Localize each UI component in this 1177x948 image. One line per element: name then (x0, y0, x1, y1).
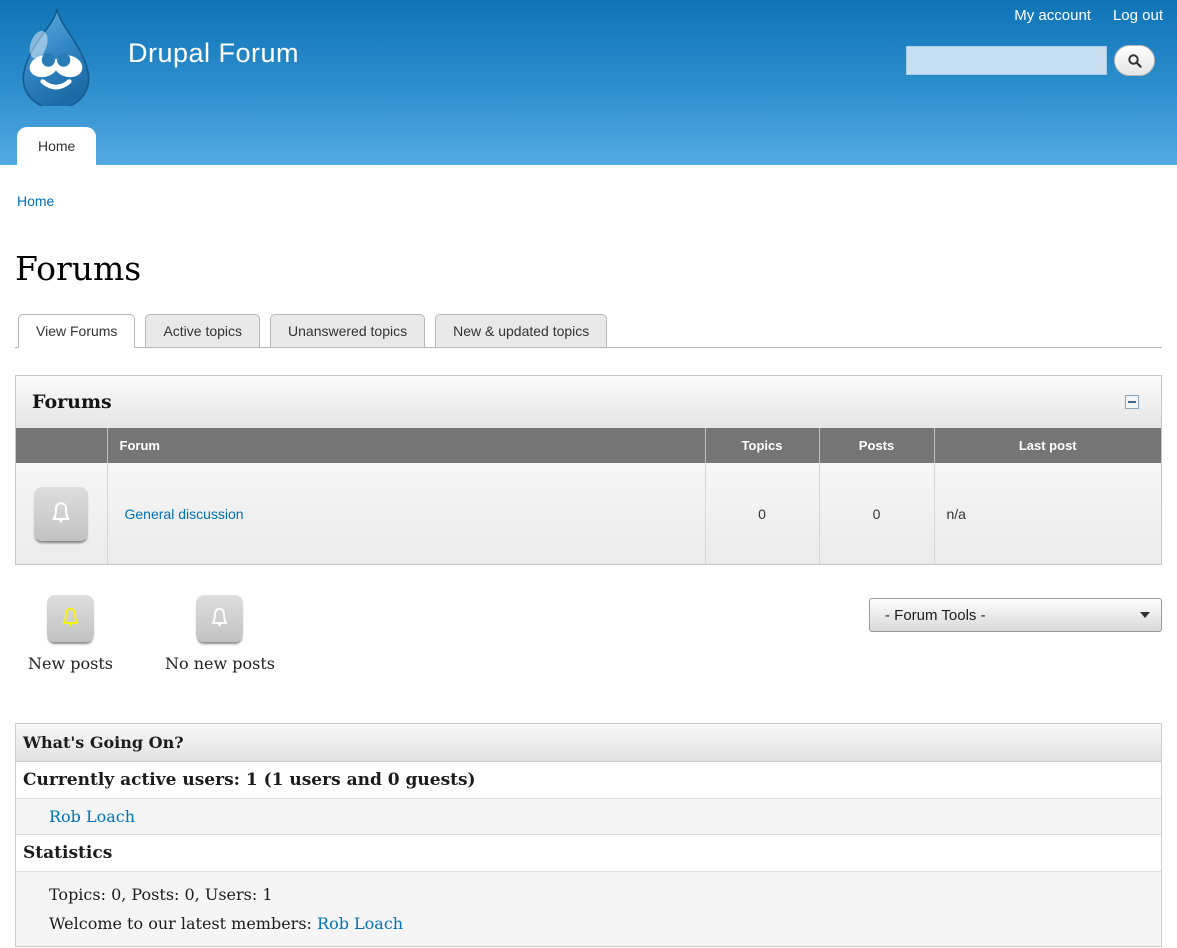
bell-icon (46, 499, 76, 529)
active-user-link[interactable]: Rob Loach (49, 807, 135, 826)
tab-new-updated-topics[interactable]: New & updated topics (435, 314, 607, 348)
column-header-last-post: Last post (934, 428, 1161, 463)
page-title: Forums (15, 249, 1162, 288)
bell-new-icon (57, 605, 84, 632)
breadcrumb: Home (17, 193, 1160, 209)
forum-tabs: View Forums Active topics Unanswered top… (15, 314, 1162, 348)
my-account-link[interactable]: My account (1014, 7, 1091, 24)
column-header-icon (16, 428, 107, 463)
bell-icon (206, 605, 233, 632)
site-name: Drupal Forum (128, 38, 299, 69)
forum-tools-select[interactable]: - Forum Tools - (869, 598, 1162, 632)
statistics-body: Topics: 0, Posts: 0, Users: 1 Welcome to… (16, 872, 1161, 946)
no-new-posts-badge (196, 595, 243, 642)
legend-item-new-posts: New posts (28, 595, 113, 673)
last-post-value: n/a (934, 463, 1161, 564)
statistics-line: Topics: 0, Posts: 0, Users: 1 (49, 880, 1154, 909)
whats-going-on-title: What's Going On? (16, 724, 1161, 762)
active-users-list: Rob Loach (16, 799, 1161, 835)
welcome-prefix: Welcome to our latest members: (49, 914, 317, 933)
forum-icon-legend: New posts No new posts (15, 595, 275, 673)
site-header: Drupal Forum My account Log out Home (0, 0, 1177, 165)
search-input[interactable] (906, 46, 1107, 75)
welcome-line: Welcome to our latest members: Rob Loach (49, 909, 1154, 938)
forums-panel-title: Forums (32, 391, 112, 413)
search-button[interactable] (1114, 45, 1155, 76)
main-menu-tab-home[interactable]: Home (17, 127, 96, 165)
legend-label-no-new-posts: No new posts (165, 654, 275, 673)
secondary-menu: My account Log out (1014, 7, 1163, 24)
column-header-forum: Forum (107, 428, 705, 463)
drupal-logo-icon (10, 8, 102, 106)
forums-panel: Forums Forum Topics Posts Last post (15, 375, 1162, 565)
forums-panel-header: Forums (16, 376, 1161, 428)
forum-link-general-discussion[interactable]: General discussion (109, 506, 244, 522)
active-users-heading: Currently active users: 1 (1 users and 0… (16, 762, 1161, 799)
forum-table: Forum Topics Posts Last post General (16, 428, 1161, 564)
legend-item-no-new-posts: No new posts (165, 595, 275, 673)
main-menu: Home (17, 127, 96, 165)
breadcrumb-home-link[interactable]: Home (17, 193, 54, 209)
whats-going-on-panel: What's Going On? Currently active users:… (15, 723, 1162, 947)
legend-label-new-posts: New posts (28, 654, 113, 673)
forum-row-general-discussion: General discussion 0 0 n/a (16, 463, 1161, 564)
below-table-area: New posts No new posts - Forum Tools - (15, 595, 1162, 673)
forum-table-header-row: Forum Topics Posts Last post (16, 428, 1161, 463)
column-header-posts: Posts (819, 428, 934, 463)
latest-member-link[interactable]: Rob Loach (317, 914, 403, 933)
tab-unanswered-topics[interactable]: Unanswered topics (270, 314, 425, 348)
search-icon (1127, 53, 1143, 69)
no-new-posts-badge (34, 487, 88, 541)
search-area (906, 45, 1155, 76)
tab-view-forums[interactable]: View Forums (18, 314, 135, 348)
forum-tools-selected-option: - Forum Tools - (885, 607, 986, 624)
collapse-minus-icon[interactable] (1125, 395, 1139, 409)
topics-count: 0 (705, 463, 819, 564)
log-out-link[interactable]: Log out (1113, 7, 1163, 24)
posts-count: 0 (819, 463, 934, 564)
new-posts-badge (47, 595, 94, 642)
column-header-topics: Topics (705, 428, 819, 463)
chevron-down-icon (1140, 612, 1150, 618)
statistics-heading: Statistics (16, 835, 1161, 872)
tab-active-topics[interactable]: Active topics (145, 314, 260, 348)
